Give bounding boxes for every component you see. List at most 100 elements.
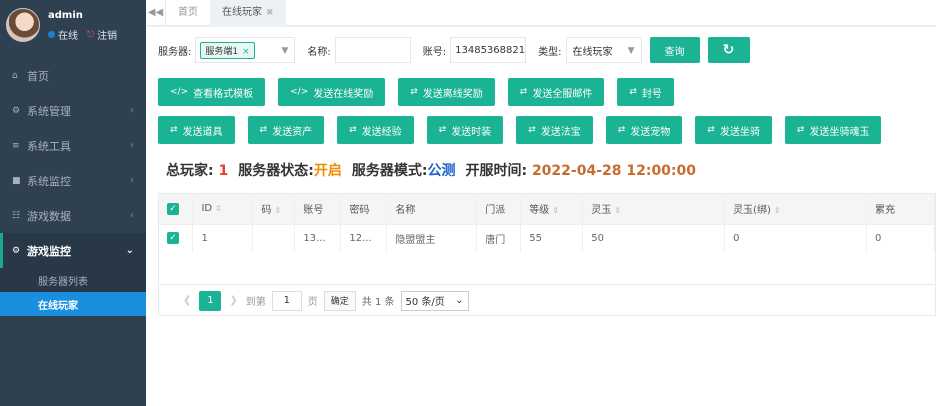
cell-account: 13... (294, 223, 342, 252)
chevron-left-icon: ‹ (130, 175, 134, 186)
column-label: 密码 (349, 205, 370, 217)
sidebar-subitem-server-list[interactable]: 服务器列表 (0, 268, 146, 292)
code-icon: </> (290, 87, 309, 97)
sidebar-item-system-tools[interactable]: ≡ 系统工具 ‹ (0, 128, 146, 163)
send-pet-button[interactable]: ⇄ 发送宠物 (605, 116, 683, 144)
prev-page-icon[interactable]: ❮ (183, 295, 191, 306)
send-mount-soul-button[interactable]: ⇄ 发送坐骑魂玉 (784, 116, 882, 144)
avatar[interactable] (6, 8, 40, 42)
table-row[interactable]: ✓ 1 13... 12... 隐盟盟主 唐门 55 50 0 0 (159, 223, 936, 252)
page-size-select[interactable]: 50 条/页 ⌄ (400, 290, 469, 311)
page-number-button[interactable]: 1 (199, 290, 222, 311)
caret-down-icon: ▼ (281, 46, 289, 56)
gear-icon: ⚙ (12, 105, 21, 116)
close-icon[interactable]: × (242, 47, 250, 57)
random-icon: ⇄ (519, 87, 528, 97)
sidebar-item-game-monitor[interactable]: ⚙ 游戏监控 ⌄ (0, 233, 146, 268)
column-header[interactable]: 累充 (866, 194, 936, 224)
double-chevron-left-icon[interactable]: ◀◀ (146, 0, 166, 26)
list-icon: ≡ (12, 140, 20, 151)
column-label: ID (201, 203, 213, 215)
video-icon: ■ (12, 175, 21, 186)
server-select[interactable]: 服务端1 × ▼ (195, 37, 296, 63)
logout-icon[interactable]: ⎋ (87, 30, 94, 40)
column-label: 账号 (303, 205, 324, 217)
server-label: 服务器: (158, 46, 192, 58)
total-count-label: 共 1 条 (361, 297, 395, 308)
button-label: 发送坐骑魂玉 (809, 126, 870, 138)
send-asset-button[interactable]: ⇄ 发送资产 (247, 116, 325, 144)
send-mount-button[interactable]: ⇄ 发送坐骑 (695, 116, 772, 144)
send-treasure-button[interactable]: ⇄ 发送法宝 (516, 116, 593, 144)
column-header: 账号 (294, 194, 342, 224)
sidebar-item-home[interactable]: ⌂ 首页 (0, 58, 146, 93)
column-header[interactable]: ID ⇕ (192, 194, 254, 224)
tab-home[interactable]: 首页 (166, 0, 210, 26)
open-time: 开服时间: 2022-04-28 12:00:00 (465, 160, 696, 180)
column-label: 码 (261, 205, 272, 217)
send-item-button[interactable]: ⇄ 发送道具 (158, 116, 235, 144)
sort-icon: ⇕ (274, 206, 282, 216)
button-label: 发送离线奖励 (422, 88, 483, 100)
send-online-reward-button[interactable]: </> 发送在线奖励 (278, 78, 386, 106)
button-label: 发送法宝 (540, 126, 581, 138)
server-tag: 服务端1 × (200, 41, 255, 59)
gear-icon: ⚙ (12, 245, 21, 256)
sidebar-item-label: 系统工具 (27, 139, 71, 153)
chevron-left-icon: ‹ (130, 140, 134, 151)
send-offline-reward-button[interactable]: ⇄ 发送离线奖励 (398, 78, 495, 106)
view-template-button[interactable]: </> 查看格式模板 (158, 78, 266, 106)
account-label: 账号: (422, 46, 447, 58)
sidebar-subitem-online-players[interactable]: 在线玩家 (0, 292, 146, 316)
sidebar-item-label: 系统管理 (27, 104, 71, 118)
random-icon: ⇄ (410, 87, 418, 97)
refresh-button[interactable]: ↻ (707, 37, 750, 63)
cell-code (252, 223, 296, 252)
select-all-checkbox[interactable]: ✓ (167, 202, 179, 215)
sidebar-item-game-data[interactable]: ☷ 游戏数据 ‹ (0, 198, 146, 233)
online-status-label: 在线 (58, 31, 78, 42)
caret-down-icon: ▼ (627, 46, 635, 56)
goto-page-input[interactable]: 1 (271, 290, 302, 311)
open-time-value: 2022-04-28 12:00:00 (531, 163, 697, 179)
next-page-icon[interactable]: ❯ (229, 295, 237, 306)
column-header[interactable]: 灵玉 ⇕ (582, 194, 726, 224)
filter-row: 服务器: 服务端1 × ▼ 名称: 账号: 13485368821 类型: 在线玩… (158, 35, 750, 65)
random-icon: ⇄ (349, 125, 357, 135)
tab-online-players[interactable]: 在线玩家 ✖ (210, 0, 286, 26)
query-button[interactable]: 查询 (649, 37, 700, 63)
tab-label: 首页 (178, 6, 198, 18)
column-header[interactable]: 灵玉(绑) ⇕ (724, 194, 867, 224)
close-icon[interactable]: ✖ (266, 8, 274, 18)
random-icon: ⇄ (617, 125, 626, 135)
cell-recharge: 0 (866, 223, 936, 252)
send-fashion-button[interactable]: ⇄ 发送时装 (426, 116, 504, 144)
user-name: admin (48, 10, 83, 21)
online-dot-icon (48, 31, 55, 38)
row-checkbox[interactable]: ✓ (167, 232, 179, 245)
chevron-left-icon: ‹ (130, 210, 134, 221)
button-label: 发送资产 (272, 126, 313, 138)
row-select-cell: ✓ (159, 223, 194, 252)
send-server-mail-button[interactable]: ⇄ 发送全服邮件 (507, 78, 605, 106)
name-input[interactable] (334, 37, 411, 63)
action-row-1: </> 查看格式模板 </> 发送在线奖励 ⇄ 发送离线奖励 ⇄ 发送全服邮件 ⇄ 封号 (158, 78, 674, 106)
column-header[interactable]: 码 ⇕ (252, 194, 296, 224)
chevron-down-icon: ⌄ (125, 245, 134, 256)
sidebar-item-system-manage[interactable]: ⚙ 系统管理 ‹ (0, 93, 146, 128)
user-panel: admin 在线 ⎋ 注销 (0, 0, 146, 50)
type-select-value: 在线玩家 (572, 46, 613, 58)
confirm-page-button[interactable]: 确定 (323, 290, 356, 311)
sidebar-item-label: 游戏监控 (27, 244, 71, 258)
account-input[interactable]: 13485368821 (450, 37, 527, 63)
button-label: 发送宠物 (630, 126, 671, 138)
type-select[interactable]: 在线玩家 ▼ (565, 37, 642, 63)
send-exp-button[interactable]: ⇄ 发送经验 (337, 116, 414, 144)
sidebar-item-label: 首页 (27, 69, 49, 83)
column-header[interactable]: 等级 ⇕ (520, 194, 584, 224)
page-size-value: 50 条/页 (405, 297, 445, 308)
cell-lingyu: 50 (582, 223, 726, 252)
ban-account-button[interactable]: ⇄ 封号 (617, 78, 674, 106)
logout-link[interactable]: 注销 (97, 27, 117, 42)
sidebar-item-system-monitor[interactable]: ■ 系统监控 ‹ (0, 163, 146, 198)
